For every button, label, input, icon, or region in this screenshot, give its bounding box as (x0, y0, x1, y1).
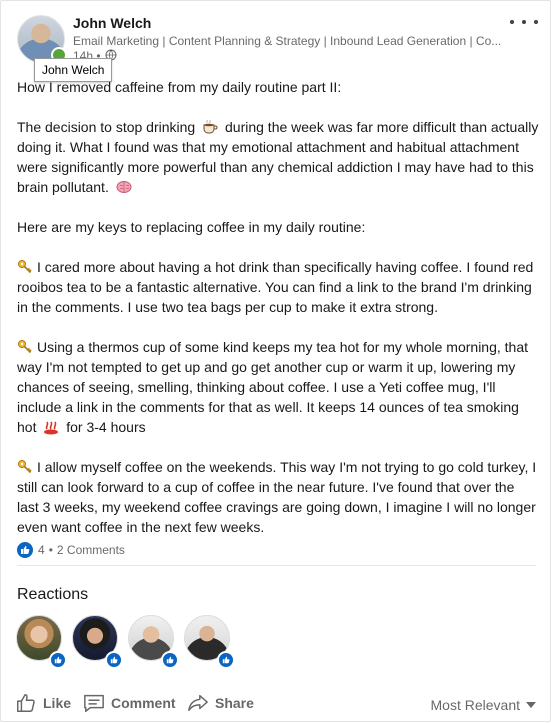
thumbs-up-outline-icon (17, 694, 35, 712)
coffee-emoji (203, 119, 218, 134)
like-badge-icon (161, 651, 179, 669)
like-badge-icon (217, 651, 235, 669)
like-label: Like (43, 695, 72, 711)
caret-down-icon (526, 702, 536, 708)
social-counts: 4 • 2 Comments (17, 542, 125, 558)
post-action-bar: Like Comment Share Most Relevant (1, 687, 551, 723)
post-paragraph: I cared more about having a hot drink th… (17, 259, 534, 315)
feed-post-card: John Welch Email Marketing | Content Pla… (0, 0, 551, 722)
author-name-tooltip: John Welch (34, 58, 113, 82)
like-badge-icon (105, 651, 123, 669)
post-paragraph: The decision to stop drinking (17, 119, 196, 135)
comment-button[interactable]: Comment (83, 687, 176, 719)
key-emoji (18, 260, 32, 274)
like-button[interactable]: Like (15, 687, 71, 719)
key-emoji (18, 460, 32, 474)
brain-emoji (116, 181, 132, 193)
post-paragraph: for 3-4 hours (66, 419, 146, 435)
more-icon-dot (534, 20, 538, 24)
reaction-count[interactable]: 4 (38, 543, 45, 557)
like-badge-icon (49, 651, 67, 669)
comment-label: Comment (111, 695, 176, 711)
hot-springs-emoji (44, 421, 59, 435)
thumbs-up-icon (17, 542, 33, 558)
sort-label: Most Relevant (430, 697, 520, 713)
divider (17, 565, 536, 566)
sort-dropdown[interactable]: Most Relevant (431, 687, 536, 723)
more-icon-dot (522, 20, 526, 24)
post-body: How I removed caffeine from my daily rou… (17, 77, 539, 557)
share-icon (188, 694, 208, 712)
post-paragraph: Here are my keys to replacing coffee in … (17, 219, 366, 235)
share-label: Share (215, 695, 254, 711)
separator-dot: • (48, 543, 53, 557)
more-options-button[interactable] (510, 15, 538, 29)
author-name[interactable]: John Welch (73, 15, 151, 31)
more-icon-dot (510, 20, 514, 24)
key-emoji (18, 340, 32, 354)
comments-count-link[interactable]: 2 Comments (57, 543, 125, 557)
post-paragraph: I allow myself coffee on the weekends. T… (17, 459, 537, 535)
reactions-title: Reactions (17, 586, 89, 603)
author-headline: Email Marketing | Content Planning & Str… (73, 34, 502, 48)
comment-icon (84, 694, 104, 712)
share-button[interactable]: Share (187, 687, 254, 719)
